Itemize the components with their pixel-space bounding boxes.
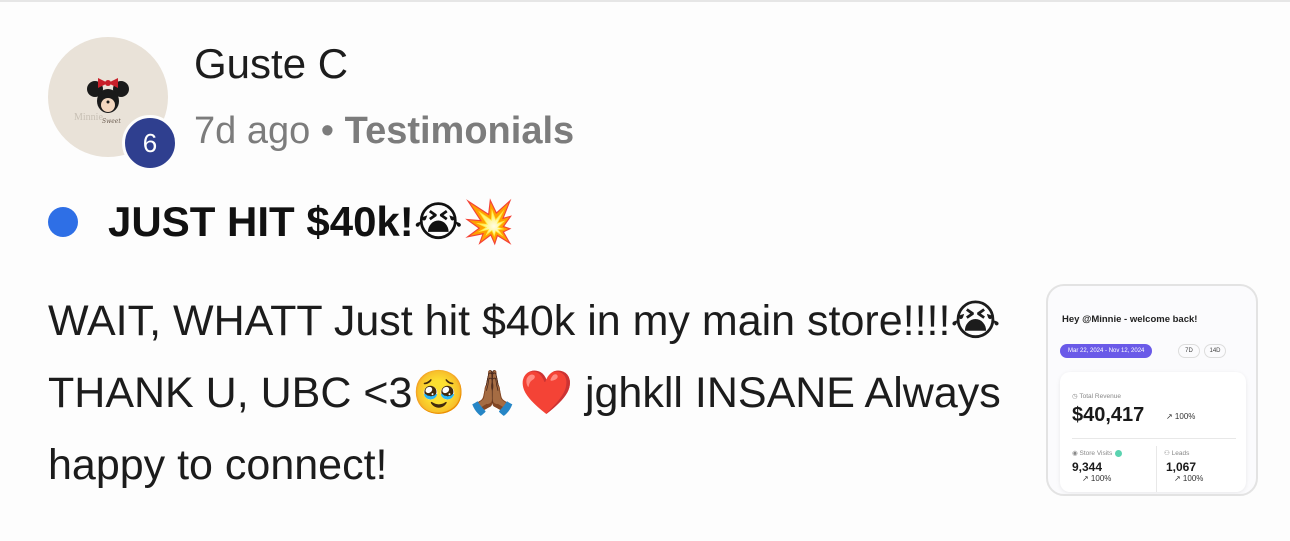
level-badge: 6 bbox=[122, 115, 178, 171]
total-revenue-change: ↗ 100% bbox=[1166, 412, 1196, 421]
total-revenue-value: $40,417 bbox=[1072, 404, 1145, 426]
leads-label: ⚇ Leads bbox=[1164, 450, 1190, 457]
store-visits-value: 9,344 bbox=[1072, 460, 1103, 474]
status-dot-icon bbox=[1115, 449, 1123, 457]
chip-14d: 14D bbox=[1204, 344, 1226, 358]
card-vertical-divider bbox=[1156, 446, 1157, 492]
svg-text:Sweet: Sweet bbox=[102, 118, 121, 125]
author-name[interactable]: Guste C bbox=[194, 40, 348, 88]
category-link[interactable]: Testimonials bbox=[345, 110, 574, 152]
store-visits-change: ↗ 100% bbox=[1082, 474, 1112, 483]
post-body[interactable]: WAIT, WHATT Just hit $40k in my main sto… bbox=[48, 285, 1008, 501]
date-range-chip: Mar 22, 2024 - Nov 12, 2024 bbox=[1060, 344, 1153, 358]
dashboard-greeting: Hey @Minnie - welcome back! bbox=[1062, 314, 1198, 325]
leads-change: ↗ 100% bbox=[1174, 474, 1204, 483]
meta-separator: • bbox=[320, 110, 335, 152]
top-divider bbox=[0, 0, 1290, 2]
unread-indicator bbox=[48, 207, 78, 237]
leads-value: 1,067 bbox=[1166, 460, 1197, 474]
store-visits-label: ◉ Store Visits bbox=[1072, 449, 1123, 457]
post-time: 7d ago bbox=[194, 110, 311, 152]
stats-card: ◷ Total Revenue $40,417 ↗ 100% ◉ Store V… bbox=[1060, 372, 1246, 492]
title-row[interactable]: JUST HIT $40k!😭💥 bbox=[48, 192, 515, 252]
chip-7d: 7D bbox=[1178, 344, 1200, 358]
svg-text:Minnie: Minnie bbox=[74, 112, 103, 123]
attachment-thumbnail[interactable]: Hey @Minnie - welcome back! Mar 22, 2024… bbox=[1046, 284, 1258, 496]
post-title[interactable]: JUST HIT $40k!😭💥 bbox=[108, 197, 515, 247]
total-revenue-label: ◷ Total Revenue bbox=[1072, 393, 1121, 400]
post-meta: 7d ago • Testimonials bbox=[194, 110, 574, 153]
card-divider bbox=[1072, 438, 1236, 439]
